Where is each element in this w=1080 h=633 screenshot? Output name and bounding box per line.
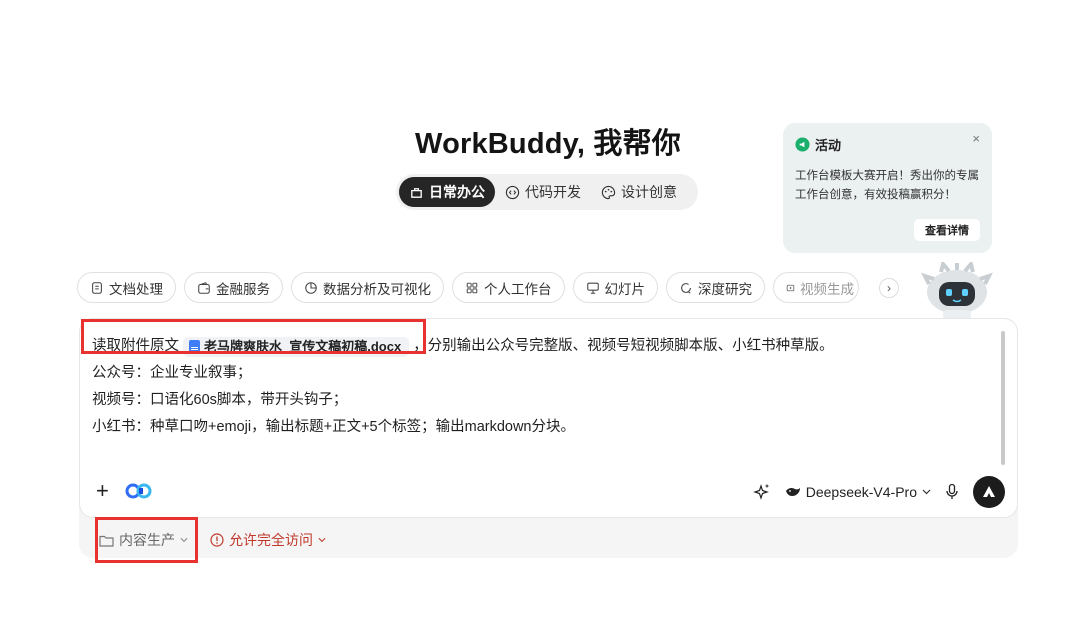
access-selector[interactable]: 允许完全访问: [210, 530, 326, 550]
research-icon: [681, 282, 691, 294]
prompt-line: 小红书：种草口吻+emoji，输出标题+正文+5个标签；输出markdown分块…: [92, 419, 576, 435]
chip-video[interactable]: 视频生成: [773, 272, 859, 303]
access-label: 允许完全访问: [229, 532, 313, 548]
chip-document[interactable]: 文档处理: [77, 272, 176, 303]
tab-code-dev[interactable]: 代码开发: [495, 177, 591, 207]
tab-label: 日常办公: [429, 184, 485, 200]
chevron-down-icon: [318, 537, 326, 543]
highlight-box-project: [95, 517, 198, 563]
chip-label: 幻灯片: [604, 281, 646, 297]
microphone-icon[interactable]: [945, 483, 959, 501]
chip-deep-research[interactable]: 深度研究: [666, 272, 765, 303]
robot-mascot-icon: [921, 262, 993, 320]
promo-text: 工作台模板大赛开启！秀出你的专属工作台创意，有效投稿赢积分！: [795, 170, 979, 201]
palette-icon: [601, 185, 616, 199]
chip-label: 文档处理: [109, 281, 163, 297]
add-icon[interactable]: +: [96, 480, 109, 502]
tab-label: 代码开发: [525, 184, 581, 200]
prompt-line: 公众号：企业专业叙事；: [92, 365, 252, 381]
chip-data-analysis[interactable]: 数据分析及可视化: [291, 272, 444, 303]
promo-header: 活动: [795, 135, 980, 154]
warning-icon: [210, 533, 224, 547]
chevron-right-icon[interactable]: ›: [879, 278, 899, 298]
promo-tag: 活动: [815, 138, 842, 153]
chip-personal-workspace[interactable]: 个人工作台: [452, 272, 565, 303]
video-icon: [786, 284, 795, 291]
tab-daily-office[interactable]: 日常办公: [399, 177, 495, 207]
composer-left-tools: +: [96, 480, 153, 502]
scrollbar[interactable]: [1001, 331, 1005, 465]
model-name: Deepseek-V4-Pro: [805, 484, 917, 500]
chip-label: 数据分析及可视化: [323, 281, 431, 297]
close-icon[interactable]: ×: [972, 131, 980, 146]
view-details-button[interactable]: 查看详情: [914, 219, 980, 241]
promo-card: 活动 × 工作台模板大赛开启！秀出你的专属工作台创意，有效投稿赢积分！ 查看详情: [783, 123, 992, 253]
megaphone-icon: [795, 137, 810, 152]
chip-label: 视频生成: [800, 281, 854, 297]
document-icon: [92, 281, 102, 294]
pie-chart-icon: [305, 281, 317, 294]
send-button[interactable]: [973, 476, 1005, 508]
chip-finance[interactable]: 金融服务: [184, 272, 283, 303]
arrow-up-icon: [983, 486, 995, 497]
prompt-suffix: ，分别输出公众号完整版、视频号短视频脚本版、小红书种草版。: [413, 338, 834, 354]
wallet-icon: [198, 281, 210, 294]
office-icon: [411, 187, 422, 198]
composer-right-tools: Deepseek-V4-Pro: [752, 476, 1005, 508]
grid-icon: [466, 282, 478, 293]
chip-label: 个人工作台: [484, 281, 552, 297]
model-selector[interactable]: Deepseek-V4-Pro: [785, 484, 931, 500]
presentation-icon: [586, 282, 599, 294]
tab-label: 设计创意: [621, 184, 677, 200]
highlight-box-attachment: [81, 319, 426, 354]
sparkle-icon[interactable]: [752, 483, 771, 501]
chip-label: 深度研究: [698, 281, 752, 297]
mode-tabs: 日常办公 代码开发 设计创意: [396, 174, 698, 210]
chip-label: 金融服务: [216, 281, 270, 297]
whale-icon: [785, 487, 800, 496]
code-icon: [505, 185, 520, 199]
chevron-down-icon: [922, 489, 931, 495]
connector-icon[interactable]: [125, 483, 153, 499]
tab-design[interactable]: 设计创意: [591, 177, 687, 207]
prompt-line: 视频号：口语化60s脚本，带开头钩子；: [92, 392, 348, 408]
quick-chips: 文档处理 金融服务 数据分析及可视化 个人工作台 幻灯片 深度研究 视频生成: [77, 272, 859, 304]
chip-slides[interactable]: 幻灯片: [572, 272, 658, 303]
